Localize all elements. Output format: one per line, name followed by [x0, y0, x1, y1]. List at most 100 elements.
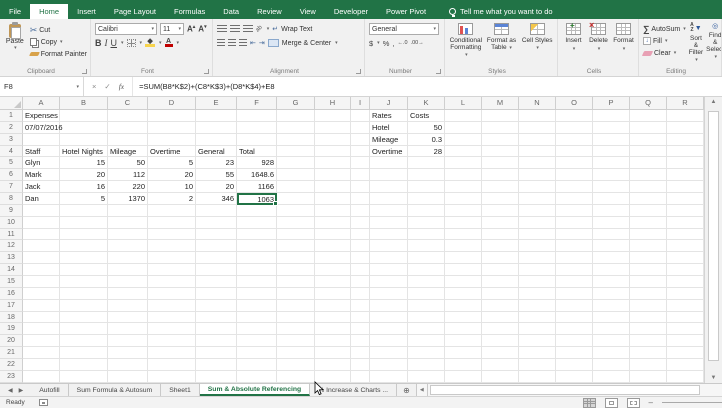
cell-F19[interactable]: [237, 323, 277, 336]
row-header-22[interactable]: 22: [0, 359, 23, 371]
cell-A6[interactable]: Mark: [23, 169, 60, 182]
cell-F5[interactable]: 928: [237, 157, 277, 170]
cell-L5[interactable]: [445, 157, 482, 170]
cell-C22[interactable]: [108, 359, 148, 371]
cell-I6[interactable]: [351, 169, 370, 182]
cell-O23[interactable]: [556, 370, 593, 383]
cell-Q16[interactable]: [630, 287, 667, 300]
cell-N16[interactable]: [519, 287, 556, 300]
cell-L4[interactable]: [445, 145, 482, 158]
cell-M20[interactable]: [482, 335, 519, 348]
clear-button[interactable]: Clear ▾: [641, 47, 686, 59]
cell-Q3[interactable]: [630, 133, 667, 146]
cell-D18[interactable]: [148, 311, 196, 324]
cell-D3[interactable]: [148, 133, 196, 146]
row-header-18[interactable]: 18: [0, 311, 23, 324]
cell-I3[interactable]: [351, 133, 370, 146]
cell-D4[interactable]: Overtime: [148, 145, 196, 158]
cell-E15[interactable]: [196, 276, 237, 288]
cell-A16[interactable]: [23, 287, 60, 300]
cell-B15[interactable]: [60, 276, 108, 288]
comma-style-button[interactable]: ,: [392, 39, 394, 48]
cell-O7[interactable]: [556, 181, 593, 194]
cell-E16[interactable]: [196, 287, 237, 300]
cell-R5[interactable]: [667, 157, 704, 170]
cell-E12[interactable]: [196, 240, 237, 253]
format-as-table-button[interactable]: Format as Table ▾: [485, 23, 519, 65]
cell-K6[interactable]: [408, 169, 445, 182]
cell-I22[interactable]: [351, 359, 370, 371]
row-header-2[interactable]: 2: [0, 121, 23, 134]
cell-G23[interactable]: [277, 370, 315, 383]
cell-A4[interactable]: Staff: [23, 145, 60, 158]
cell-B14[interactable]: [60, 264, 108, 277]
cell-M17[interactable]: [482, 299, 519, 312]
cell-J4[interactable]: Overtime: [370, 145, 408, 158]
cell-M4[interactable]: [482, 145, 519, 158]
scroll-up-icon[interactable]: ▲: [705, 99, 722, 105]
cell-E7[interactable]: 20: [196, 181, 237, 194]
cell-E3[interactable]: [196, 133, 237, 146]
cell-R11[interactable]: [667, 228, 704, 241]
cell-K13[interactable]: [408, 252, 445, 265]
cell-M8[interactable]: [482, 193, 519, 205]
orientation-button[interactable]: ab: [255, 25, 264, 34]
cell-Q8[interactable]: [630, 193, 667, 205]
cell-P16[interactable]: [593, 287, 630, 300]
cell-N17[interactable]: [519, 299, 556, 312]
cell-N3[interactable]: [519, 133, 556, 146]
cell-B4[interactable]: Hotel Nights: [60, 145, 108, 158]
cell-R9[interactable]: [667, 204, 704, 217]
cell-M19[interactable]: [482, 323, 519, 336]
cell-K16[interactable]: [408, 287, 445, 300]
cell-L3[interactable]: [445, 133, 482, 146]
cell-C8[interactable]: 1370: [108, 193, 148, 205]
cell-A21[interactable]: [23, 347, 60, 360]
cell-M12[interactable]: [482, 240, 519, 253]
cell-F1[interactable]: [237, 110, 277, 122]
cell-F10[interactable]: [237, 216, 277, 229]
cell-R12[interactable]: [667, 240, 704, 253]
font-name-combo[interactable]: Calibri ▾: [95, 23, 157, 35]
cell-O9[interactable]: [556, 204, 593, 217]
cell-L2[interactable]: [445, 121, 482, 134]
cell-P19[interactable]: [593, 323, 630, 336]
cell-I1[interactable]: [351, 110, 370, 122]
cancel-formula-icon[interactable]: ×: [92, 82, 96, 91]
cell-I23[interactable]: [351, 370, 370, 383]
row-header-10[interactable]: 10: [0, 216, 23, 229]
zoom-slider[interactable]: [662, 402, 722, 403]
cell-K22[interactable]: [408, 359, 445, 371]
cell-J15[interactable]: [370, 276, 408, 288]
grow-font-button[interactable]: A▴: [187, 24, 195, 34]
cell-E21[interactable]: [196, 347, 237, 360]
column-header-E[interactable]: E: [196, 97, 237, 110]
cell-M5[interactable]: [482, 157, 519, 170]
cell-I20[interactable]: [351, 335, 370, 348]
cell-G17[interactable]: [277, 299, 315, 312]
cell-K10[interactable]: [408, 216, 445, 229]
cell-N11[interactable]: [519, 228, 556, 241]
cell-B9[interactable]: [60, 204, 108, 217]
align-center-button[interactable]: [228, 39, 236, 47]
cell-K4[interactable]: 28: [408, 145, 445, 158]
cell-O8[interactable]: [556, 193, 593, 205]
cell-H12[interactable]: [315, 240, 351, 253]
cell-N6[interactable]: [519, 169, 556, 182]
cell-A1[interactable]: Expenses: [23, 110, 60, 122]
cell-I21[interactable]: [351, 347, 370, 360]
cell-G10[interactable]: [277, 216, 315, 229]
row-header-11[interactable]: 11: [0, 228, 23, 241]
cell-R7[interactable]: [667, 181, 704, 194]
cell-A2[interactable]: 07/07/2016: [23, 121, 63, 134]
cell-F13[interactable]: [237, 252, 277, 265]
cell-Q7[interactable]: [630, 181, 667, 194]
cell-K9[interactable]: [408, 204, 445, 217]
cell-I11[interactable]: [351, 228, 370, 241]
row-header-23[interactable]: 23: [0, 370, 23, 383]
cell-F15[interactable]: [237, 276, 277, 288]
cell-G7[interactable]: [277, 181, 315, 194]
cell-B13[interactable]: [60, 252, 108, 265]
cell-A8[interactable]: Dan: [23, 193, 60, 205]
cell-G9[interactable]: [277, 204, 315, 217]
